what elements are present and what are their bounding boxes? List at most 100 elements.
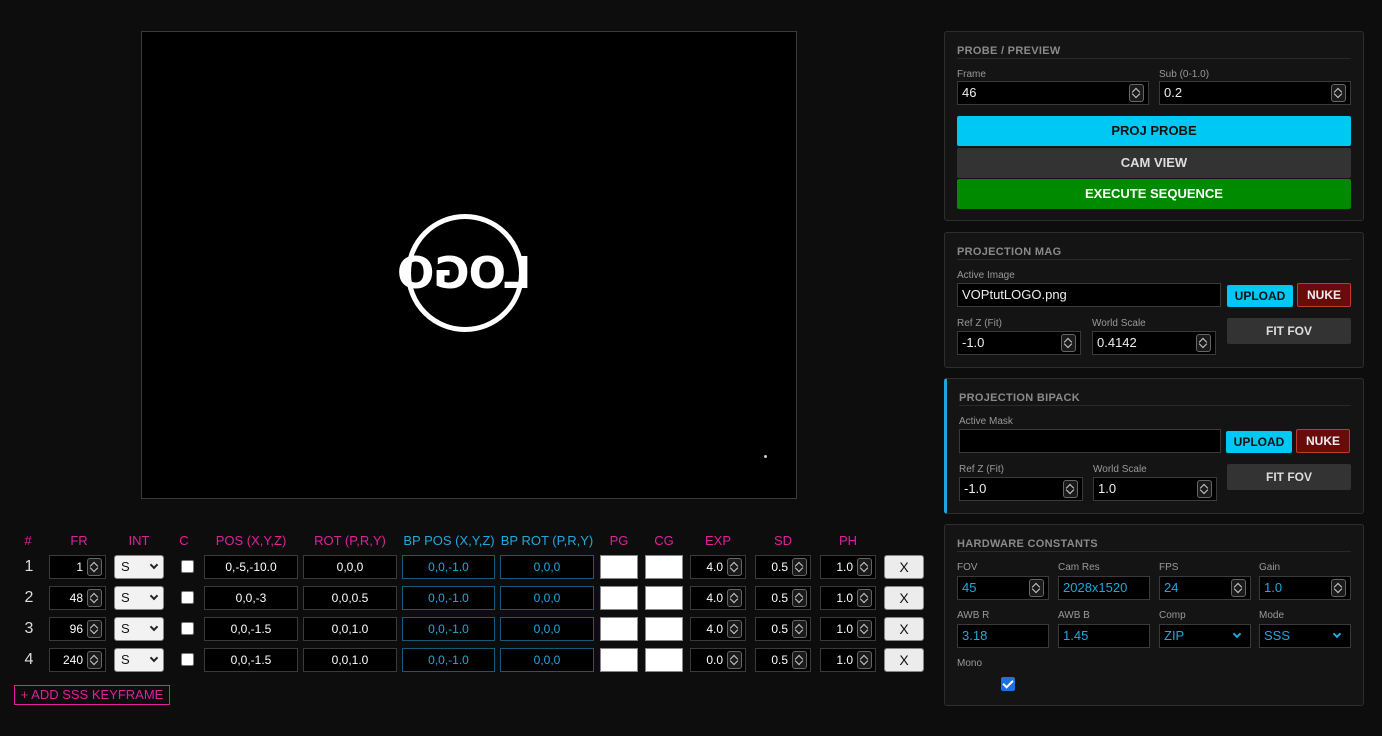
ph-input[interactable]: 1.0 xyxy=(820,617,876,641)
remove-keyframe-button[interactable]: X xyxy=(884,586,924,610)
world-scale-field[interactable]: 1.0 xyxy=(1093,477,1217,501)
spinner-icon[interactable] xyxy=(1231,579,1246,597)
spinner-icon[interactable] xyxy=(1061,334,1076,352)
fit-fov-button[interactable]: FIT FOV xyxy=(1227,464,1351,490)
spinner-icon[interactable] xyxy=(727,651,742,669)
bp-rot-input[interactable]: 0,0,0 xyxy=(500,555,594,579)
spinner-icon[interactable] xyxy=(87,589,102,607)
upload-button[interactable]: UPLOAD xyxy=(1227,285,1293,307)
frame-field[interactable]: 46 xyxy=(957,81,1149,105)
spinner-icon[interactable] xyxy=(792,651,807,669)
ph-input[interactable]: 1.0 xyxy=(820,555,876,579)
frame-input[interactable]: 96 xyxy=(49,617,106,641)
pg-color-swatch[interactable] xyxy=(600,617,638,641)
spinner-icon[interactable] xyxy=(792,558,807,576)
spinner-icon[interactable] xyxy=(1029,579,1044,597)
frame-input[interactable]: 48 xyxy=(49,586,106,610)
pos-input[interactable]: 0,-5,-10.0 xyxy=(204,555,298,579)
pg-color-swatch[interactable] xyxy=(600,555,638,579)
pos-input[interactable]: 0,0,-1.5 xyxy=(204,648,298,672)
add-keyframe-button[interactable]: + ADD SSS KEYFRAME xyxy=(14,685,170,705)
bp-pos-input[interactable]: 0,0,-1.0 xyxy=(402,586,495,610)
comp-select[interactable]: ZIP xyxy=(1159,624,1251,648)
sd-input[interactable]: 0.5 xyxy=(755,555,811,579)
gain-field[interactable]: 1.0 xyxy=(1259,576,1351,600)
exp-input[interactable]: 4.0 xyxy=(690,586,746,610)
pos-input[interactable]: 0,0,-1.5 xyxy=(204,617,298,641)
spinner-icon[interactable] xyxy=(87,558,102,576)
exp-input[interactable]: 4.0 xyxy=(690,617,746,641)
cg-color-swatch[interactable] xyxy=(645,648,683,672)
refz-field[interactable]: -1.0 xyxy=(957,331,1081,355)
awb-r-field[interactable]: 3.18 xyxy=(957,624,1049,648)
c-checkbox[interactable] xyxy=(181,560,194,573)
execute-sequence-button[interactable]: EXECUTE SEQUENCE xyxy=(957,179,1351,209)
bp-pos-input[interactable]: 0,0,-1.0 xyxy=(402,648,495,672)
remove-keyframe-button[interactable]: X xyxy=(884,648,924,672)
spinner-icon[interactable] xyxy=(1197,480,1212,498)
interp-select[interactable]: S xyxy=(114,617,164,641)
spinner-icon[interactable] xyxy=(87,651,102,669)
nuke-button[interactable]: NUKE xyxy=(1296,429,1350,453)
proj-probe-button[interactable]: PROJ PROBE xyxy=(957,116,1351,146)
rot-input[interactable]: 0,0,0.5 xyxy=(303,586,397,610)
ph-input[interactable]: 1.0 xyxy=(820,648,876,672)
remove-keyframe-button[interactable]: X xyxy=(884,555,924,579)
spinner-icon[interactable] xyxy=(792,620,807,638)
spinner-icon[interactable] xyxy=(857,620,872,638)
spinner-icon[interactable] xyxy=(87,620,102,638)
pg-color-swatch[interactable] xyxy=(600,586,638,610)
world-scale-field[interactable]: 0.4142 xyxy=(1092,331,1216,355)
spinner-icon[interactable] xyxy=(1129,84,1144,102)
rot-input[interactable]: 0,0,1.0 xyxy=(303,617,397,641)
bp-pos-input[interactable]: 0,0,-1.0 xyxy=(402,617,495,641)
bp-pos-input[interactable]: 0,0,-1.0 xyxy=(402,555,495,579)
ph-input[interactable]: 1.0 xyxy=(820,586,876,610)
exp-input[interactable]: 0.0 xyxy=(690,648,746,672)
bp-rot-input[interactable]: 0,0,0 xyxy=(500,586,594,610)
remove-keyframe-button[interactable]: X xyxy=(884,617,924,641)
interp-select[interactable]: S xyxy=(114,648,164,672)
sd-input[interactable]: 0.5 xyxy=(755,586,811,610)
nuke-button[interactable]: NUKE xyxy=(1297,283,1351,307)
spinner-icon[interactable] xyxy=(727,620,742,638)
cg-color-swatch[interactable] xyxy=(645,617,683,641)
upload-button[interactable]: UPLOAD xyxy=(1226,431,1292,453)
cg-color-swatch[interactable] xyxy=(645,555,683,579)
cam-res-field[interactable]: 2028x1520 xyxy=(1058,576,1150,600)
active-mask-field[interactable] xyxy=(959,429,1221,453)
cam-view-button[interactable]: CAM VIEW xyxy=(957,148,1351,178)
spinner-icon[interactable] xyxy=(727,589,742,607)
c-checkbox[interactable] xyxy=(181,653,194,666)
spinner-icon[interactable] xyxy=(1331,84,1346,102)
bp-rot-input[interactable]: 0,0,0 xyxy=(500,617,594,641)
spinner-icon[interactable] xyxy=(857,651,872,669)
fit-fov-button[interactable]: FIT FOV xyxy=(1227,318,1351,344)
fov-field[interactable]: 45 xyxy=(957,576,1049,600)
spinner-icon[interactable] xyxy=(1196,334,1211,352)
exp-input[interactable]: 4.0 xyxy=(690,555,746,579)
spinner-icon[interactable] xyxy=(727,558,742,576)
spinner-icon[interactable] xyxy=(857,558,872,576)
frame-input[interactable]: 240 xyxy=(49,648,106,672)
fps-field[interactable]: 24 xyxy=(1159,576,1251,600)
pos-input[interactable]: 0,0,-3 xyxy=(204,586,298,610)
sd-input[interactable]: 0.5 xyxy=(755,617,811,641)
sub-field[interactable]: 0.2 xyxy=(1159,81,1351,105)
active-image-field[interactable]: VOPtutLOGO.png xyxy=(957,283,1221,307)
rot-input[interactable]: 0,0,1.0 xyxy=(303,648,397,672)
rot-input[interactable]: 0,0,0 xyxy=(303,555,397,579)
c-checkbox[interactable] xyxy=(181,591,194,604)
bp-rot-input[interactable]: 0,0,0 xyxy=(500,648,594,672)
spinner-icon[interactable] xyxy=(792,589,807,607)
spinner-icon[interactable] xyxy=(1331,579,1346,597)
pg-color-swatch[interactable] xyxy=(600,648,638,672)
cg-color-swatch[interactable] xyxy=(645,586,683,610)
spinner-icon[interactable] xyxy=(857,589,872,607)
mode-select[interactable]: SSS xyxy=(1259,624,1351,648)
interp-select[interactable]: S xyxy=(114,586,164,610)
mono-checkbox[interactable] xyxy=(1001,677,1015,691)
frame-input[interactable]: 1 xyxy=(49,555,106,579)
interp-select[interactable]: S xyxy=(114,555,164,579)
refz-field[interactable]: -1.0 xyxy=(959,477,1083,501)
